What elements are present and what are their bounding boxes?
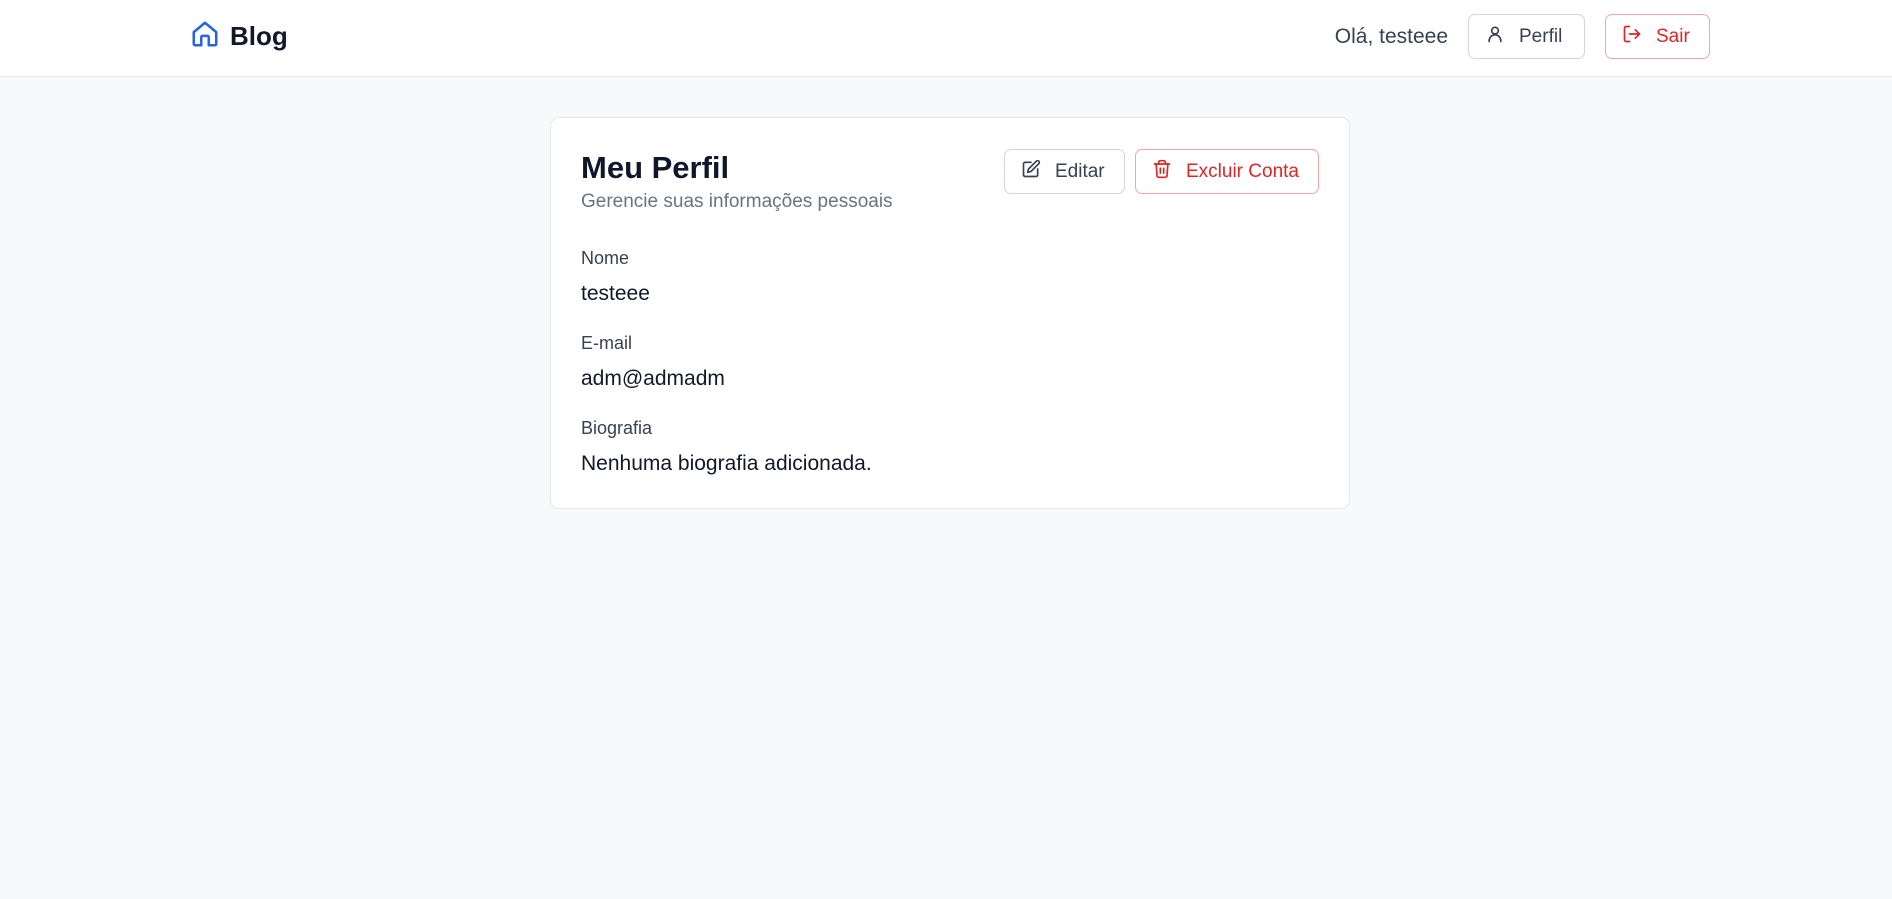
top-navbar: Blog Olá, testeee Perfil Sair xyxy=(0,0,1892,77)
profile-card: Meu Perfil Gerencie suas informações pes… xyxy=(550,117,1350,509)
name-label: Nome xyxy=(581,248,630,268)
page-subtitle: Gerencie suas informações pessoais xyxy=(581,191,893,212)
name-value: testeee xyxy=(581,282,650,305)
logout-button[interactable]: Sair xyxy=(1605,14,1710,59)
home-icon xyxy=(190,19,220,54)
edit-button[interactable]: Editar xyxy=(1004,149,1125,194)
brand-name: Blog xyxy=(230,20,288,51)
edit-icon xyxy=(1021,159,1041,185)
bio-label: Biografia xyxy=(581,418,653,438)
edit-button-label: Editar xyxy=(1055,160,1105,182)
email-value: adm@admadm xyxy=(581,367,725,390)
logout-icon xyxy=(1622,24,1642,50)
profile-button-label: Perfil xyxy=(1519,25,1563,47)
bio-value: Nenhuma biografia adicionada. xyxy=(581,452,872,475)
delete-button-label: Excluir Conta xyxy=(1186,160,1299,182)
page-title: Meu Perfil xyxy=(581,150,730,185)
profile-button[interactable]: Perfil xyxy=(1468,14,1585,59)
user-greeting: Olá, testeee xyxy=(1334,24,1448,48)
user-nav: Olá, testeee Perfil Sair xyxy=(1335,14,1710,59)
user-icon xyxy=(1485,24,1505,50)
profile-actions: Editar Excluir Conta xyxy=(1004,149,1319,194)
delete-account-button[interactable]: Excluir Conta xyxy=(1135,149,1319,194)
logout-button-label: Sair xyxy=(1656,25,1690,47)
trash-icon xyxy=(1152,159,1172,185)
brand-link[interactable]: Blog xyxy=(190,19,288,53)
email-label: E-mail xyxy=(581,333,633,353)
